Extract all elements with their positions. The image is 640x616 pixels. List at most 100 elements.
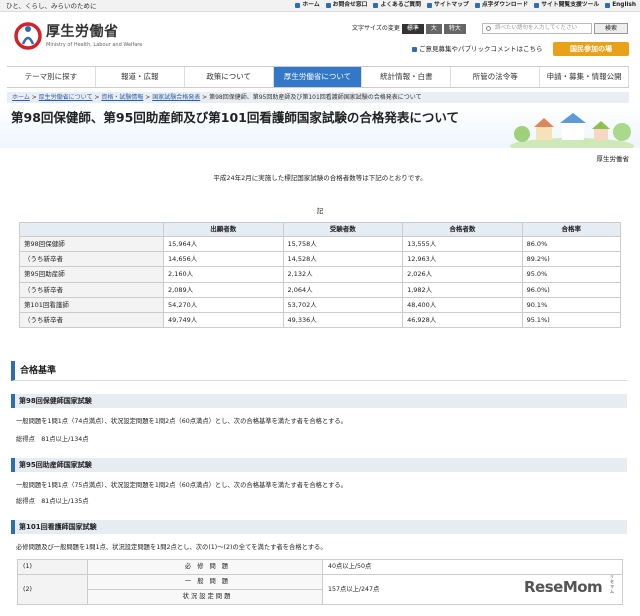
participate-button[interactable]: 国民参加の場	[553, 42, 629, 56]
site-logo[interactable]: 厚生労働省 Ministry of Health, Labour and Wel…	[14, 22, 142, 50]
font-size-standard[interactable]: 標準	[401, 24, 424, 34]
table-cell: 2,160人	[163, 266, 284, 283]
nav-about[interactable]: 厚生労働省について	[273, 67, 363, 87]
table-cell: 95.0%	[521, 266, 622, 283]
table-cell: 49,336人	[282, 311, 404, 329]
section-title-nurse: 第101回看護師国家試験	[11, 520, 627, 534]
criteria-item: 必 修 問 題	[87, 559, 323, 575]
breadcrumb-exam-results[interactable]: 国家試験合格発表	[152, 94, 200, 101]
table-cell: 15,758人	[282, 235, 404, 253]
table-cell: 14,528人	[282, 251, 404, 268]
search-input[interactable]: 調べたい語句を入力してください	[482, 23, 592, 34]
arrow-icon	[412, 46, 417, 52]
table-cell: 第98回保健師	[19, 235, 164, 253]
section-total-midwife: 総得点 81点以上/135点	[16, 498, 89, 505]
search-button[interactable]: 検索	[594, 23, 628, 34]
breadcrumb-home[interactable]: ホーム	[12, 94, 30, 101]
nav-theme[interactable]: テーマ別に探す	[7, 67, 96, 87]
global-nav: テーマ別に探す 報道・広報 政策について 厚生労働省について 統計情報・白書 所…	[7, 66, 630, 88]
table-cell: 2,026人	[402, 266, 523, 283]
breadcrumb-current: 第98回保健師、第95回助産師及び第101回看護師国家試験の合格発表について	[209, 94, 422, 101]
criteria-item: 状況設定問題	[87, 589, 323, 605]
top-link-english[interactable]: English	[605, 2, 636, 9]
criteria-no: (1)	[17, 559, 88, 575]
nav-policy[interactable]: 政策について	[184, 67, 274, 87]
section-title-phn: 第98回保健師国家試験	[11, 394, 627, 408]
ki-label: 記	[316, 207, 324, 215]
font-size-label: 文字サイズの変更	[352, 25, 400, 32]
search-icon	[486, 26, 491, 31]
top-link-contact[interactable]: お問合せ窓口	[325, 2, 367, 9]
tagline: ひと、くらし、みらいのために	[6, 2, 97, 10]
table-cell: 第95回助産師	[19, 266, 164, 283]
table-cell: 49,749人	[163, 311, 284, 329]
breadcrumb-about[interactable]: 厚生労働省について	[39, 94, 93, 101]
section-text-nurse: 必修問題及び一般問題を1問1点、状況設定問題を1問2点とし、次の(1)～(2)の…	[16, 544, 327, 551]
table-row: 第95回助産師 2,160人 2,132人 2,026人 95.0%	[19, 266, 622, 283]
top-link-accessibility[interactable]: サイト閲覧支援ツール	[534, 2, 599, 9]
resemom-watermark: ReseMom リセマム	[524, 574, 614, 596]
top-link-home[interactable]: ホーム	[295, 2, 320, 9]
table-row: (1) 必 修 問 題 40点以上/50点	[17, 559, 623, 575]
ministry-logo-icon	[14, 22, 42, 50]
table-cell: 95.1%)	[521, 311, 622, 329]
table-cell: 2,089人	[163, 281, 284, 298]
table-row: 第98回保健師 15,964人 15,758人 13,555人 86.0%	[19, 235, 622, 253]
top-link-sitemap[interactable]: サイトマップ	[427, 2, 469, 9]
font-size-large[interactable]: 大	[425, 24, 442, 34]
section-text-midwife: 一般問題を1問1点（75点満点）、状況設定問題を1問2点（60点満点）とし、次の…	[16, 482, 347, 489]
page-title: 第98回保健師、第95回助産師及び第101回看護師国家試験の合格発表について	[11, 110, 460, 125]
top-link-faq[interactable]: よくあるご質問	[373, 2, 421, 9]
intro-text: 平成24年2月に実施した標記国家試験の合格者数等は下記のとおりです。	[213, 174, 427, 182]
table-header	[19, 222, 164, 237]
section-title-midwife: 第95回助産師国家試験	[11, 458, 627, 472]
table-header: 合格率	[521, 222, 622, 237]
table-cell: 90.1%	[521, 296, 622, 313]
table-cell: 12,963人	[402, 251, 523, 268]
breadcrumb-qualifications[interactable]: 資格・試験情報	[101, 94, 143, 101]
table-cell: 第101回看護師	[19, 296, 164, 313]
table-header: 受験者数	[282, 222, 404, 237]
houses-illustration-icon	[510, 113, 634, 148]
top-links: ホーム お問合せ窓口 よくあるご質問 サイトマップ 点字ダウンロード サイト閲覧…	[295, 2, 636, 9]
accessibility-icon	[534, 3, 540, 9]
criteria-value: 40点以上/50点	[322, 559, 623, 575]
criteria-item: 一 般 問 題	[87, 574, 323, 590]
criteria-no: (2)	[17, 574, 88, 605]
criteria-heading: 合格基準	[11, 361, 627, 381]
nav-laws[interactable]: 所管の法令等	[451, 67, 541, 87]
results-table: 出願者数 受験者数 合格者数 合格率 第98回保健師 15,964人 15,758人…	[19, 222, 622, 329]
braille-icon	[474, 3, 480, 9]
table-row: （うち新卒者 14,656人 14,528人 12,963人 89.2%)	[19, 251, 622, 268]
logo-name: 厚生労働省	[46, 24, 119, 41]
table-header: 合格者数	[402, 222, 523, 237]
sitemap-icon	[427, 3, 433, 9]
table-cell: （うち新卒者	[19, 251, 164, 268]
section-text-phn: 一般問題を1問1点（74点満点）、状況設定問題を1問2点（60点満点）とし、次の…	[16, 418, 347, 425]
table-row: （うち新卒者 49,749人 49,336人 46,928人 95.1%)	[19, 311, 622, 329]
table-cell: 89.2%)	[521, 251, 622, 268]
table-cell: （うち新卒者	[19, 311, 164, 329]
nav-applications[interactable]: 申請・募集・情報公開	[540, 67, 630, 87]
font-size-xlarge[interactable]: 特大	[443, 24, 466, 34]
top-bar: ひと、くらし、みらいのために ホーム お問合せ窓口 よくあるご質問 サイトマップ…	[0, 0, 640, 12]
table-cell: 15,964人	[163, 235, 284, 253]
nav-press[interactable]: 報道・広報	[95, 67, 185, 87]
table-cell: 54,270人	[163, 296, 284, 313]
home-icon	[295, 3, 301, 9]
breadcrumb: ホーム > 厚生労働省について > 資格・試験情報 > 国家試験合格発表 > 第…	[7, 92, 629, 103]
nav-statistics[interactable]: 統計情報・白書	[362, 67, 452, 87]
table-cell: 48,400人	[402, 296, 523, 313]
opinion-link[interactable]: ご意見募集やパブリックコメントはこちら	[412, 45, 543, 53]
question-icon	[373, 3, 379, 9]
table-cell: 86.0%	[521, 235, 622, 253]
table-cell: 46,928人	[402, 311, 523, 329]
organization-name: 厚生労働省	[596, 155, 630, 163]
table-cell: 53,702人	[282, 296, 404, 313]
search-placeholder: 調べたい語句を入力してください	[495, 25, 578, 31]
mail-icon	[325, 3, 331, 9]
table-cell: 96.0%)	[521, 281, 622, 298]
top-link-braille[interactable]: 点字ダウンロード	[474, 2, 528, 9]
table-cell: （うち新卒者	[19, 281, 164, 298]
table-cell: 1,982人	[402, 281, 523, 298]
